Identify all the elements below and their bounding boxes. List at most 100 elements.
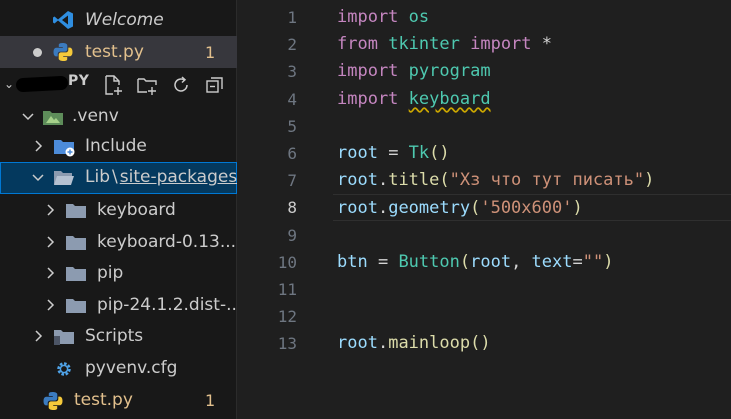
- code-token: Tk: [408, 143, 430, 163]
- code-line[interactable]: root.title("Хз что тут писать"): [337, 167, 654, 194]
- line-number-gutter: 1 2 3 4 5 6 7 8 9 10 11 12 13: [237, 0, 307, 419]
- tree-item-label: Lib \ site-packages: [85, 167, 237, 187]
- code-token: .: [377, 333, 389, 354]
- chevron-right-icon: [35, 330, 43, 342]
- line-number: 1: [287, 8, 297, 27]
- code-token: .: [377, 198, 389, 219]
- code-line[interactable]: import os: [337, 4, 429, 31]
- code-token: import: [337, 7, 399, 27]
- open-editor-label: Welcome: [85, 10, 164, 30]
- open-editor-test-py[interactable]: test.py 1: [0, 36, 237, 68]
- code-token: ): [603, 251, 614, 272]
- open-editor-welcome[interactable]: Welcome: [0, 4, 237, 36]
- tree-item-include[interactable]: Include: [0, 131, 237, 163]
- new-folder-icon[interactable]: [134, 72, 160, 98]
- folder-icon: [66, 299, 86, 313]
- chevron-right-icon: [47, 204, 55, 216]
- code-token: (: [470, 198, 481, 219]
- code-token: .: [377, 170, 389, 191]
- problem-count-badge: 1: [205, 43, 216, 62]
- code-token: import: [337, 61, 399, 82]
- tree-item-pip[interactable]: pip: [0, 258, 237, 290]
- tree-item-label: Include: [85, 136, 147, 156]
- code-token: ,: [511, 251, 532, 272]
- tree-item-venv[interactable]: .venv: [0, 101, 237, 133]
- code-token: (): [429, 143, 450, 163]
- code-token: ): [644, 170, 655, 191]
- chevron-down-icon: ⌄: [4, 77, 15, 91]
- code-token: (: [439, 170, 450, 191]
- code-token: =: [377, 143, 409, 163]
- workspace-header[interactable]: ⌄ PY: [0, 69, 237, 101]
- include-folder-icon: [54, 140, 75, 157]
- code-token: "Хз что тут писать": [449, 170, 645, 191]
- line-number: 4: [287, 89, 297, 109]
- tree-item-label: pip: [97, 263, 124, 283]
- code-token: Button: [398, 251, 460, 272]
- line-number: 11: [277, 280, 297, 299]
- code-token: mainloop: [388, 333, 471, 354]
- line-number: 8: [287, 198, 297, 218]
- code-token: =: [367, 251, 399, 272]
- tree-item-label: keyboard-0.13....: [97, 232, 242, 252]
- tree-item-test-py[interactable]: test.py 1: [0, 385, 237, 417]
- line-number: 10: [277, 252, 297, 272]
- tree-item-pip-dist[interactable]: pip-24.1.2.dist-...: [0, 290, 242, 322]
- code-token: title: [388, 170, 440, 191]
- chevron-right-icon: [47, 267, 55, 279]
- venv-folder-icon: [43, 111, 63, 125]
- tree-item-label: pyvenv.cfg: [85, 358, 178, 378]
- folder-open-icon: [54, 171, 74, 185]
- code-token: *: [531, 34, 553, 55]
- new-file-icon[interactable]: [100, 72, 126, 98]
- code-token: (): [470, 333, 491, 354]
- folder-icon: [66, 236, 86, 250]
- code-token: text: [531, 251, 573, 272]
- code-token: ): [572, 198, 583, 219]
- line-number: 5: [287, 116, 297, 136]
- workspace-actions: [100, 72, 228, 98]
- code-editor[interactable]: 1 2 3 4 5 6 7 8 9 10 11 12 13 import os from tkinter …: [237, 0, 731, 419]
- tree-item-keyboard[interactable]: keyboard: [0, 195, 237, 227]
- code-line[interactable]: root.mainloop(): [337, 330, 491, 357]
- code-token: keyboard: [408, 88, 491, 109]
- problem-count-badge: 1: [205, 391, 216, 410]
- code-token: (: [459, 251, 471, 272]
- workspace-name: PY: [68, 73, 90, 89]
- tree-item-label: keyboard: [97, 200, 176, 220]
- folder-icon: [66, 267, 86, 281]
- vscode-window: Welcome test.py 1 ⌄ PY .venv Include Lib…: [0, 0, 731, 419]
- line-number: 9: [287, 225, 297, 245]
- code-line[interactable]: import pyrogram: [337, 58, 491, 85]
- code-line[interactable]: root = Tk(): [337, 140, 450, 167]
- code-line[interactable]: btn = Button(root, text=""): [337, 249, 613, 276]
- line-number: 6: [287, 144, 297, 163]
- tree-item-lib[interactable]: Lib \ site-packages: [0, 162, 237, 194]
- open-editor-label: test.py: [85, 42, 144, 62]
- refresh-icon[interactable]: [168, 72, 194, 98]
- chevron-down-icon: [32, 174, 44, 182]
- folder-name: Lib: [85, 167, 110, 187]
- code-line[interactable]: import keyboard: [337, 86, 491, 113]
- code-line[interactable]: from tkinter import *: [337, 31, 552, 58]
- tree-item-scripts[interactable]: Scripts: [0, 321, 237, 353]
- code-line[interactable]: root.geometry('500x600'): [333, 194, 731, 222]
- code-token: import: [470, 34, 532, 55]
- code-token: os: [408, 7, 430, 27]
- tree-item-label: .venv: [72, 106, 119, 126]
- redaction-blot: [15, 75, 69, 93]
- tree-item-keyboard-dist[interactable]: keyboard-0.13....: [0, 227, 241, 259]
- gear-icon: [57, 362, 71, 376]
- tree-item-pyvenv-cfg[interactable]: pyvenv.cfg: [0, 353, 237, 385]
- explorer-sidebar: Welcome test.py 1 ⌄ PY .venv Include Lib…: [0, 0, 242, 419]
- line-number: 2: [287, 35, 297, 55]
- code-token: tkinter: [388, 34, 460, 55]
- unsaved-dot-icon: [33, 47, 42, 57]
- chevron-right-icon: [47, 236, 55, 248]
- collapse-all-icon[interactable]: [202, 72, 228, 98]
- code-token: root: [337, 198, 378, 219]
- code-token: geometry: [388, 198, 471, 219]
